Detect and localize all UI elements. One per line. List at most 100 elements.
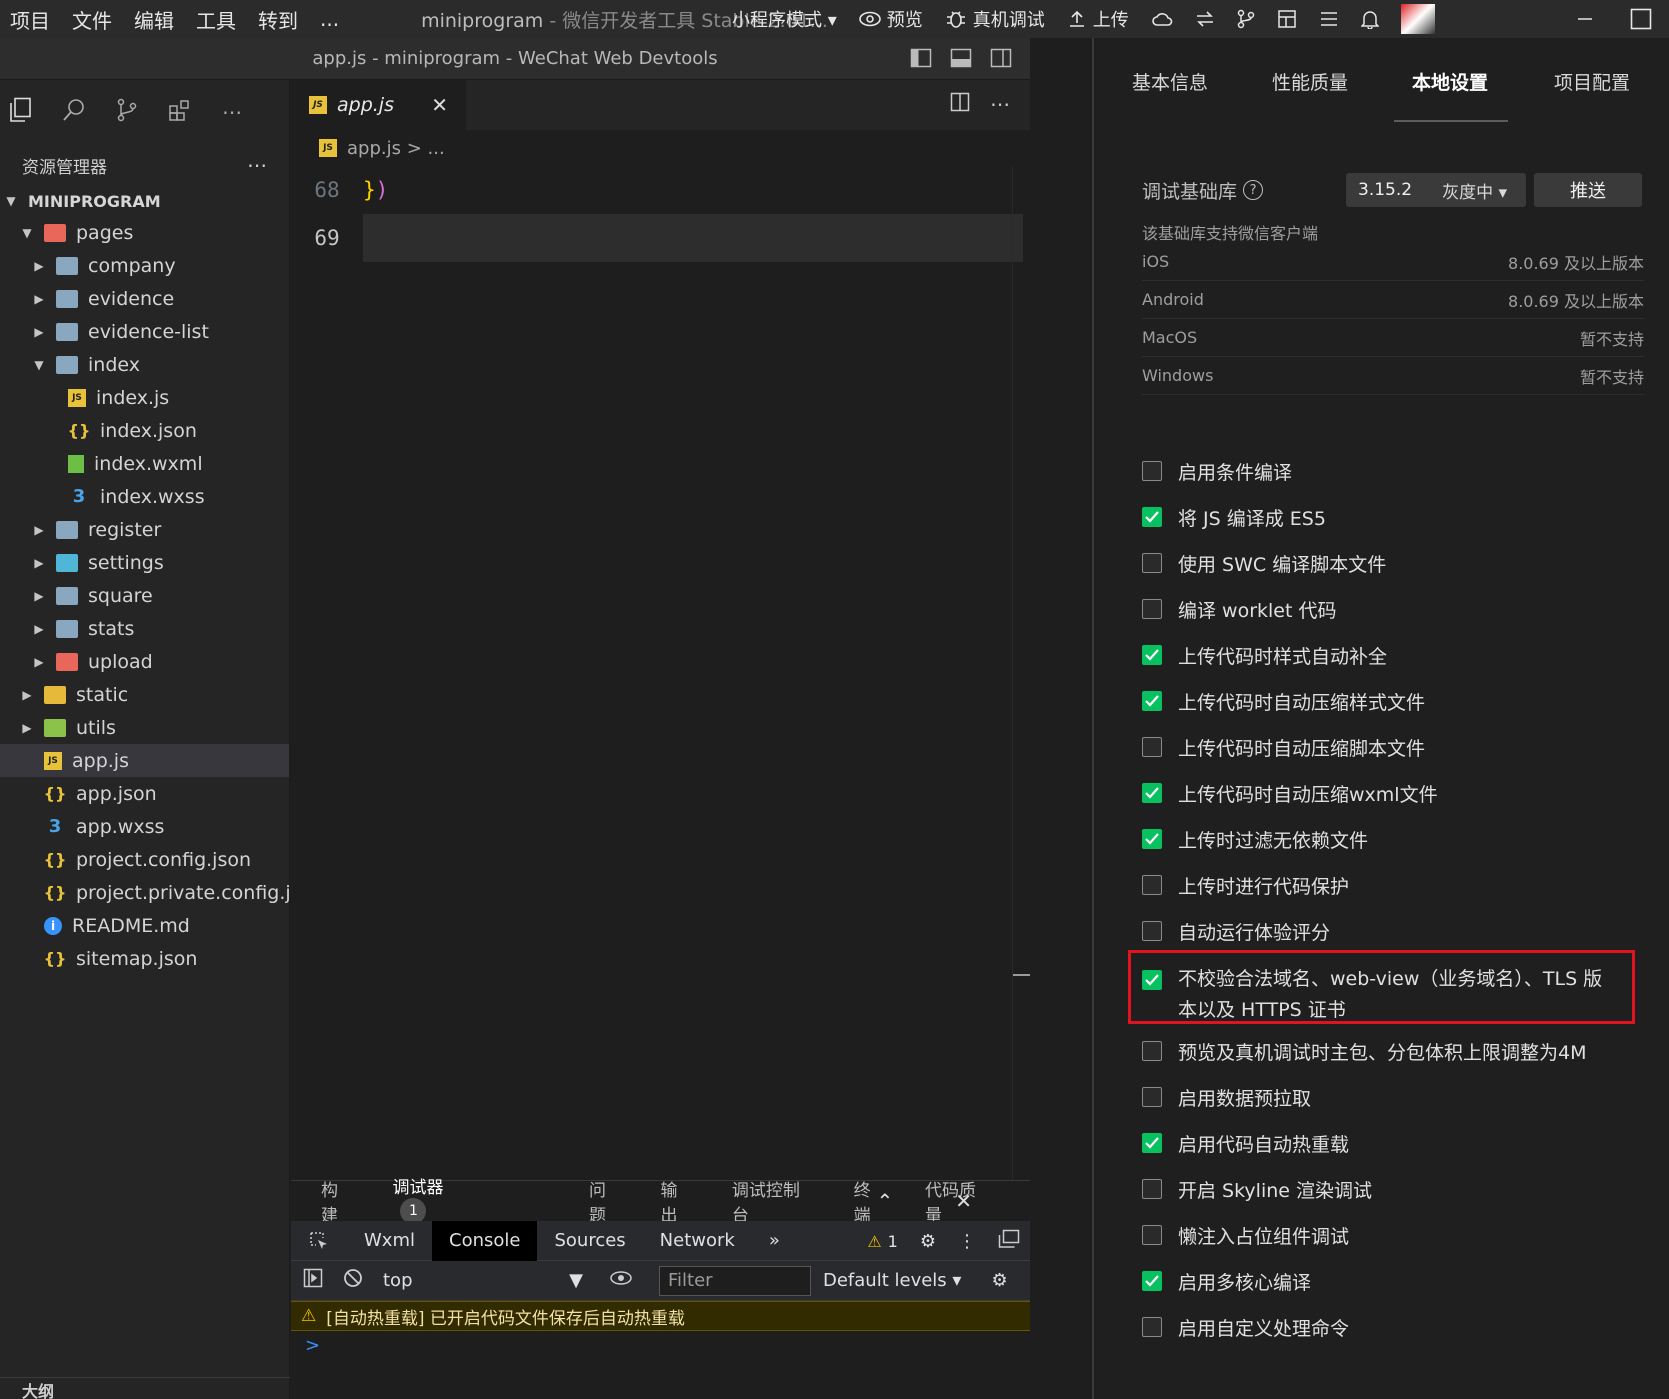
push-button[interactable]: 推送 xyxy=(1534,173,1642,207)
checkbox[interactable] xyxy=(1142,921,1162,941)
checkbox[interactable] xyxy=(1142,1317,1162,1337)
option-hot-reload[interactable]: 启用代码自动热重载 xyxy=(1142,1120,1642,1166)
log-levels-select[interactable]: Default levels ▾ xyxy=(823,1270,961,1291)
source-control-icon[interactable] xyxy=(116,98,138,126)
option-skyline-debug[interactable]: 开启 Skyline 渲染调试 xyxy=(1142,1166,1642,1212)
tree-item-app-wxss[interactable]: 3 app.wxss xyxy=(0,810,289,843)
more-icon[interactable]: ⋯ xyxy=(222,100,242,124)
chevron-up-icon[interactable]: ⌃ xyxy=(876,1189,893,1213)
context-select[interactable]: top ▼ xyxy=(383,1270,583,1291)
tree-item-app-js[interactable]: JS app.js xyxy=(0,744,289,777)
tree-item-evidence[interactable]: ▶ evidence xyxy=(0,282,289,315)
option-package-4m[interactable]: 预览及真机调试时主包、分包体积上限调整为4M xyxy=(1142,1028,1642,1074)
tab-debug-console[interactable]: 调试控制台 xyxy=(732,1176,816,1226)
list-icon[interactable] xyxy=(1319,10,1339,28)
tree-item-settings[interactable]: ▶ settings xyxy=(0,546,289,579)
tree-item-index-wxml[interactable]: index.wxml xyxy=(0,447,289,480)
option-worklet[interactable]: 编译 worklet 代码 xyxy=(1142,586,1642,632)
branch-icon[interactable] xyxy=(1237,9,1255,29)
bell-icon[interactable] xyxy=(1360,9,1379,29)
tree-item-stats[interactable]: ▶ stats xyxy=(0,612,289,645)
checkbox-checked[interactable] xyxy=(1142,1271,1162,1291)
option-style-autoprefix[interactable]: 上传代码时样式自动补全 xyxy=(1142,632,1642,678)
checkbox[interactable] xyxy=(1142,875,1162,895)
cloud-icon[interactable] xyxy=(1151,11,1173,27)
checkbox[interactable] xyxy=(1142,1087,1162,1107)
editor-more-icon[interactable]: ⋯ xyxy=(990,92,1010,116)
more-tabs-button[interactable]: » xyxy=(752,1221,797,1261)
tab-performance[interactable]: 性能质量 xyxy=(1272,68,1348,95)
option-filter-unused[interactable]: 上传时过滤无依赖文件 xyxy=(1142,816,1642,862)
tab-sources[interactable]: Sources xyxy=(537,1221,642,1261)
kebab-icon[interactable]: ⋮ xyxy=(958,1231,976,1252)
tab-output[interactable]: 输出 xyxy=(660,1176,693,1226)
checkbox-checked[interactable] xyxy=(1142,1133,1162,1153)
close-icon[interactable]: ✕ xyxy=(431,93,448,117)
preview-button[interactable]: 预览 xyxy=(858,6,923,32)
files-icon[interactable] xyxy=(8,97,32,127)
tab-project-config[interactable]: 项目配置 xyxy=(1554,68,1630,95)
undock-icon[interactable] xyxy=(998,1229,1020,1254)
tab-problems[interactable]: 问题 xyxy=(589,1176,622,1226)
gear-icon[interactable]: ⚙ xyxy=(991,1270,1007,1291)
menu-goto[interactable]: 转到 xyxy=(258,5,298,34)
clear-console-icon[interactable] xyxy=(343,1268,363,1293)
tree-item-utils[interactable]: ▶ utils xyxy=(0,711,289,744)
tab-network[interactable]: Network xyxy=(643,1221,752,1261)
tree-item-readme[interactable]: i README.md xyxy=(0,909,289,942)
checkbox[interactable] xyxy=(1142,553,1162,573)
option-minify-style[interactable]: 上传代码时自动压缩样式文件 xyxy=(1142,678,1642,724)
option-lazy-placeholder[interactable]: 懒注入占位组件调试 xyxy=(1142,1212,1642,1258)
gear-icon[interactable]: ⚙ xyxy=(920,1231,936,1252)
toggle-right-icon[interactable] xyxy=(990,48,1012,73)
tree-item-project-private-config[interactable]: {} project.private.config.js... xyxy=(0,876,289,909)
tree-item-square[interactable]: ▶ square xyxy=(0,579,289,612)
remote-debug-button[interactable]: 真机调试 xyxy=(945,6,1045,32)
console-filter-input[interactable]: Filter xyxy=(659,1265,811,1296)
maximize-icon[interactable] xyxy=(1613,8,1669,30)
minimize-icon[interactable] xyxy=(1557,10,1613,28)
explorer-more-icon[interactable]: ⋯ xyxy=(247,153,267,177)
tab-basic-info[interactable]: 基本信息 xyxy=(1132,68,1208,95)
tree-item-sitemap[interactable]: {} sitemap.json xyxy=(0,942,289,975)
option-audit[interactable]: 自动运行体验评分 xyxy=(1142,908,1642,954)
option-minify-wxml[interactable]: 上传代码时自动压缩wxml文件 xyxy=(1142,770,1642,816)
option-prefetch[interactable]: 启用数据预拉取 xyxy=(1142,1074,1642,1120)
avatar[interactable] xyxy=(1400,4,1435,34)
checkbox-checked[interactable] xyxy=(1142,507,1162,527)
checkbox[interactable] xyxy=(1142,1179,1162,1199)
code-area[interactable]: 68 }) 69 xyxy=(291,166,1031,1180)
option-js-es5[interactable]: 将 JS 编译成 ES5 xyxy=(1142,494,1642,540)
inspect-icon[interactable] xyxy=(291,1221,347,1261)
option-swc[interactable]: 使用 SWC 编译脚本文件 xyxy=(1142,540,1642,586)
checkbox-checked[interactable] xyxy=(1142,691,1162,711)
tab-app-js[interactable]: JS app.js ✕ xyxy=(291,80,466,130)
checkbox[interactable] xyxy=(1142,1225,1162,1245)
close-icon[interactable]: ✕ xyxy=(955,1189,972,1213)
toggle-panel-icon[interactable] xyxy=(950,48,972,73)
warning-count[interactable]: ⚠ 1 xyxy=(867,1232,898,1251)
sdk-version-select[interactable]: 3.15.2 灰度中 ▾ xyxy=(1346,173,1526,207)
layout-icon[interactable] xyxy=(1277,9,1297,29)
tree-item-project-config[interactable]: {} project.config.json xyxy=(0,843,289,876)
sidebar-toggle-icon[interactable] xyxy=(303,1268,323,1293)
tree-item-index[interactable]: ▼ index xyxy=(0,348,289,381)
checkbox-checked[interactable] xyxy=(1142,783,1162,803)
console-prompt[interactable]: > xyxy=(291,1331,1030,1359)
checkbox[interactable] xyxy=(1142,737,1162,757)
tab-build[interactable]: 构建 xyxy=(321,1176,354,1226)
tab-local-settings[interactable]: 本地设置 xyxy=(1412,68,1488,95)
tree-item-app-json[interactable]: {} app.json xyxy=(0,777,289,810)
outline-section[interactable]: 大纲 xyxy=(0,1377,290,1399)
checkbox-checked[interactable] xyxy=(1142,829,1162,849)
mode-select[interactable]: 小程序模式 ▾ xyxy=(732,6,837,32)
split-editor-icon[interactable] xyxy=(950,92,970,116)
editor-scrollbar[interactable] xyxy=(1012,166,1031,1180)
tree-item-index-json[interactable]: {} index.json xyxy=(0,414,289,447)
search-icon[interactable] xyxy=(62,98,86,126)
menu-tools[interactable]: 工具 xyxy=(196,5,236,34)
menu-more[interactable]: ... xyxy=(320,7,339,31)
option-multicore[interactable]: 启用多核心编译 xyxy=(1142,1258,1642,1304)
breadcrumb-file[interactable]: app.js xyxy=(347,138,401,159)
toggle-sidebar-icon[interactable] xyxy=(910,48,932,73)
